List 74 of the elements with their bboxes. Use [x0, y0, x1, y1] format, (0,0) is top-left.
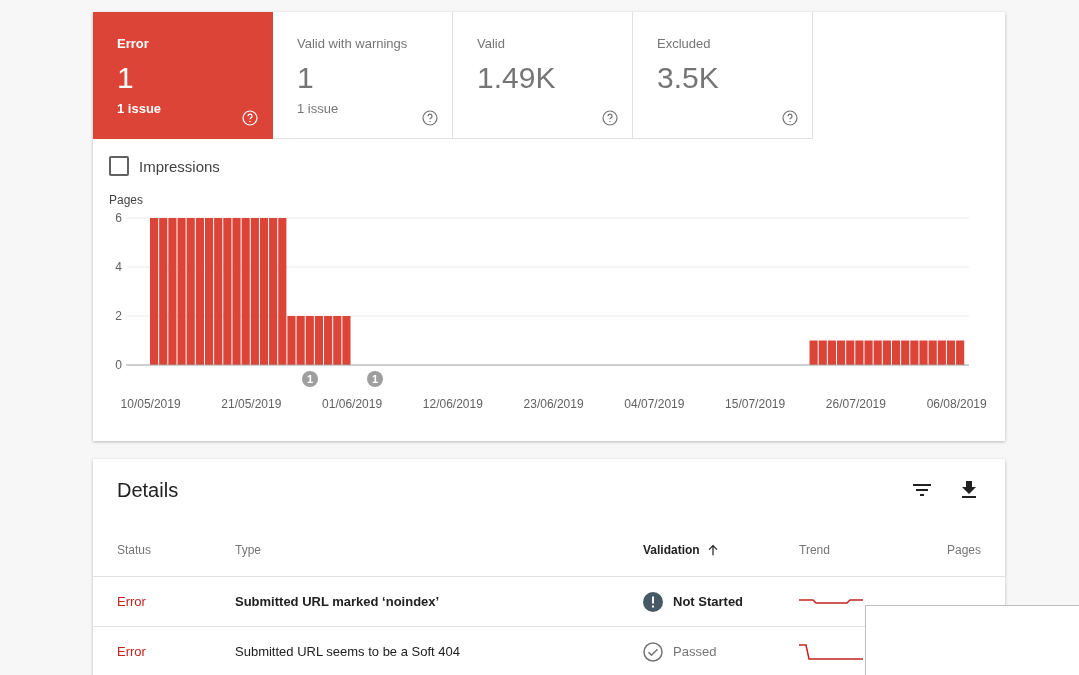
- y-tick-label: 2: [115, 309, 122, 323]
- x-tick-label: 06/08/2019: [926, 397, 987, 411]
- tile-subtitle: 1 issue: [117, 101, 163, 116]
- tile-subtitle: 1 issue: [297, 101, 340, 116]
- column-header[interactable]: Trend: [799, 542, 881, 557]
- exclamation-icon: [643, 591, 663, 612]
- annotation-marker[interactable]: 1: [367, 371, 383, 387]
- bar: [891, 340, 901, 365]
- check-circle-icon: [643, 641, 663, 662]
- tile-value: 1: [297, 61, 315, 95]
- column-header[interactable]: Pages: [881, 542, 981, 557]
- bar: [928, 340, 937, 365]
- bar: [855, 340, 864, 365]
- bar: [827, 340, 836, 365]
- status-tile[interactable]: Excluded 3.5K: [633, 12, 813, 139]
- type-cell-text: Submitted URL seems to be a Soft 404: [235, 644, 461, 659]
- status-tile[interactable]: Valid 1.49K: [453, 12, 633, 139]
- bar: [910, 340, 919, 365]
- validation-cell: Not Started: [673, 594, 744, 609]
- y-tick-label: 6: [115, 211, 122, 225]
- status-tile[interactable]: Error 1 1 issue: [93, 12, 273, 139]
- x-tick-label: 21/05/2019: [221, 397, 282, 411]
- x-tick-label: 12/06/2019: [422, 397, 483, 411]
- tile-label: Valid: [477, 36, 506, 51]
- status-cell-text: Error: [117, 594, 147, 609]
- tile-label: Excluded: [657, 36, 712, 51]
- tile-value: 1.49K: [477, 61, 557, 95]
- column-header[interactable]: Status: [117, 542, 235, 557]
- x-tick-label: 26/07/2019: [825, 397, 886, 411]
- tile-value: 1: [117, 61, 135, 95]
- bar: [305, 316, 314, 365]
- checkbox-label: Impressions: [139, 157, 220, 175]
- annotation-marker[interactable]: 1: [302, 371, 318, 387]
- x-tick-label: 10/05/2019: [120, 397, 181, 411]
- bar: [919, 340, 928, 365]
- bar: [342, 316, 351, 365]
- help-icon[interactable]: [422, 110, 438, 126]
- bar: [864, 340, 873, 365]
- impressions-checkbox[interactable]: [109, 156, 129, 176]
- bar: [956, 340, 965, 365]
- bar: [296, 316, 305, 365]
- bar: [333, 316, 342, 365]
- trend-sparkline: [799, 643, 863, 660]
- bar: [837, 340, 846, 365]
- x-tick-label: 15/07/2019: [725, 397, 786, 411]
- help-icon[interactable]: [782, 110, 798, 126]
- x-tick-label: 04/07/2019: [624, 397, 685, 411]
- bar: [882, 340, 891, 365]
- x-tick-label: 23/06/2019: [523, 397, 584, 411]
- details-title: Details: [117, 478, 180, 502]
- y-tick-label: 4: [115, 260, 122, 274]
- type-cell-text: Submitted URL marked ‘noindex’: [235, 594, 441, 609]
- column-header[interactable]: Validation: [643, 542, 799, 557]
- y-tick-label: 0: [115, 358, 122, 372]
- column-header[interactable]: Type: [235, 542, 643, 557]
- help-icon[interactable]: [602, 110, 618, 126]
- validation-cell: Passed: [673, 644, 717, 659]
- trend-sparkline: [799, 599, 863, 604]
- bar: [324, 316, 333, 365]
- bar: [809, 340, 818, 365]
- status-cell-text: Error: [117, 644, 147, 659]
- y-axis-title: Pages: [109, 193, 144, 207]
- x-tick-label: 01/06/2019: [322, 397, 383, 411]
- tile-label: Error: [117, 36, 150, 51]
- tile-value: 3.5K: [657, 61, 720, 95]
- bar: [937, 340, 946, 365]
- bar: [846, 340, 855, 365]
- bar: [946, 340, 956, 365]
- bar: [314, 316, 324, 365]
- tile-label: Valid with warnings: [297, 36, 409, 51]
- bar: [901, 340, 910, 365]
- bar: [873, 340, 882, 365]
- bar: [818, 340, 827, 365]
- status-tile[interactable]: Valid with warnings 1 1 issue: [273, 12, 453, 139]
